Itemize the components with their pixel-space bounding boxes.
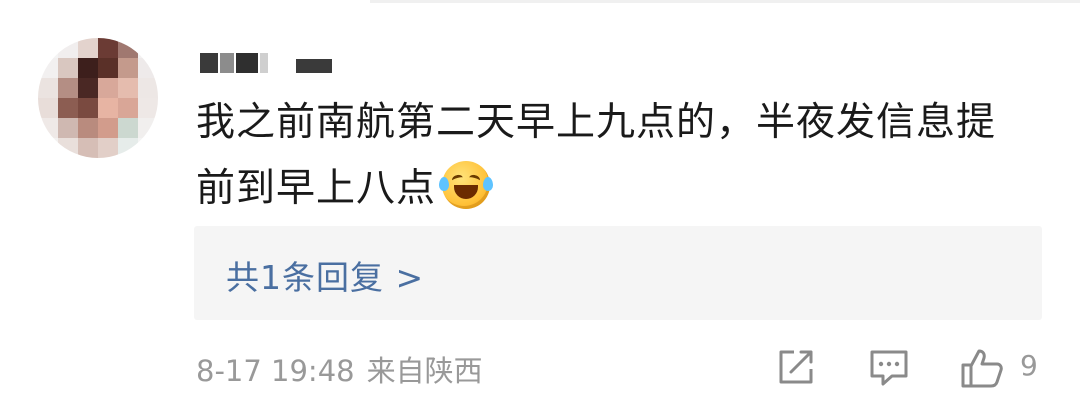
comment-icon — [870, 350, 908, 386]
top-divider — [370, 0, 1080, 3]
like-button[interactable] — [960, 347, 1003, 388]
avatar[interactable] — [38, 38, 158, 158]
comment-date: 8-17 19:48 — [196, 354, 355, 388]
laugh-cry-emoji-icon — [439, 160, 494, 209]
reply-button[interactable] — [868, 347, 910, 387]
thumbs-up-icon — [961, 349, 1003, 388]
comment-line-1: 我之前南航第二天早上九点的，半夜发信息提 — [196, 100, 997, 145]
comment-text: 我之前南航第二天早上九点的，半夜发信息提 前到早上八点 — [196, 90, 1056, 222]
comment-meta: 8-17 19:48 来自陕西 — [196, 348, 483, 390]
share-icon — [779, 350, 813, 384]
like-count: 9 — [1020, 349, 1038, 382]
share-button[interactable] — [776, 347, 818, 387]
comment-location: 来自陕西 — [366, 354, 483, 388]
username-blurred[interactable] — [200, 53, 332, 73]
replies-panel[interactable]: 共1条回复 > — [194, 226, 1042, 320]
view-replies-link[interactable]: 共1条回复 > — [226, 251, 424, 299]
comment-line-2: 前到早上八点 — [196, 156, 1056, 222]
comment-line-2-text: 前到早上八点 — [196, 166, 437, 211]
